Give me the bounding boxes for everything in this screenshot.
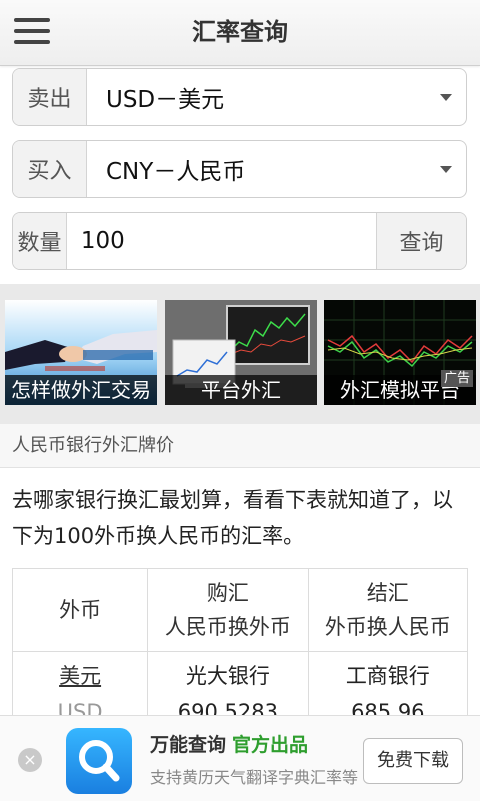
magnifier-icon — [79, 740, 120, 782]
col-header-buy: 购汇 人民币换外币 — [147, 568, 309, 652]
sell-currency-value: USD－美元 — [106, 87, 225, 113]
buy-currency-row: 买入 CNY－人民币 — [12, 140, 467, 198]
header-line1: 外币 — [59, 598, 102, 622]
banner-strip: 怎样做外汇交易 平台外汇 外汇模拟平台 广告 — [0, 284, 480, 424]
app-header: 汇率查询 — [0, 0, 480, 66]
sell-bank: 工商银行 — [345, 664, 430, 688]
banner-platform-forex[interactable]: 平台外汇 — [165, 300, 317, 405]
banner-caption: 怎样做外汇交易 — [5, 375, 157, 405]
header-line2: 人民币换外币 — [164, 615, 291, 639]
download-button[interactable]: 免费下载 — [363, 738, 463, 784]
quantity-label: 数量 — [13, 213, 67, 269]
banner-caption: 平台外汇 — [165, 375, 317, 405]
table-header-row: 外币 购汇 人民币换外币 结汇 外币换人民币 — [11, 568, 469, 652]
dropdown-arrow-icon — [440, 94, 452, 101]
quantity-row: 数量 查询 — [12, 212, 467, 270]
dropdown-arrow-icon — [440, 166, 452, 173]
col-header-currency: 外币 — [11, 568, 149, 652]
app-name-line: 万能查询 官方出品 — [150, 730, 308, 757]
col-header-sell: 结汇 外币换人民币 — [307, 568, 469, 652]
close-icon[interactable]: × — [18, 748, 42, 772]
buy-currency-value: CNY－人民币 — [106, 159, 246, 185]
app-ad-bar: × 万能查询 官方出品 支持黄历天气翻译字典汇率等 免费下载 — [0, 715, 480, 801]
ad-badge: 广告 — [440, 370, 473, 387]
header-line1: 结汇 — [366, 581, 409, 605]
sell-label: 卖出 — [13, 69, 87, 125]
currency-name-link[interactable]: 美元 — [14, 658, 146, 694]
section-description: 去哪家银行换汇最划算，看看下表就知道了，以下为100外币换人民币的汇率。 — [12, 488, 453, 548]
quantity-input[interactable] — [66, 213, 376, 269]
rate-table: 外币 购汇 人民币换外币 结汇 外币换人民币 美元 USD 光大银行 690.5… — [11, 568, 469, 732]
banner-forex-demo[interactable]: 外汇模拟平台 广告 — [324, 300, 476, 405]
buy-label: 买入 — [13, 141, 87, 197]
header-line1: 购汇 — [206, 581, 249, 605]
sell-currency-select[interactable]: USD－美元 — [87, 69, 466, 125]
section-title: 人民币银行外汇牌价 — [0, 424, 480, 468]
app-name: 万能查询 — [150, 734, 227, 756]
banner-forex-trading[interactable]: 怎样做外汇交易 — [5, 300, 157, 405]
buy-currency-select[interactable]: CNY－人民币 — [87, 141, 466, 197]
sell-currency-row: 卖出 USD－美元 — [12, 68, 467, 126]
page-title: 汇率查询 — [192, 18, 288, 46]
app-icon[interactable] — [66, 728, 132, 794]
query-button[interactable]: 查询 — [375, 213, 466, 269]
app-subtitle: 支持黄历天气翻译字典汇率等 — [150, 768, 359, 787]
official-tag: 官方出品 — [232, 734, 309, 756]
buy-bank: 光大银行 — [185, 664, 270, 688]
header-line2: 外币换人民币 — [324, 615, 451, 639]
